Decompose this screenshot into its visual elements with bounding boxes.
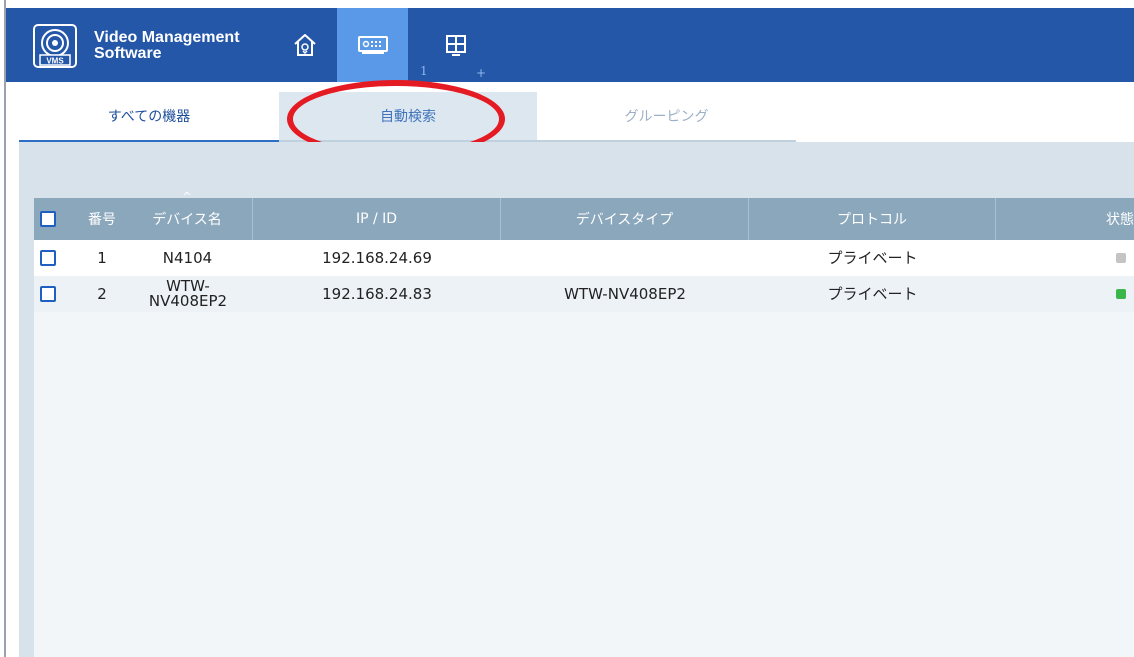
status-indicator-icon xyxy=(1116,253,1126,263)
home-icon xyxy=(294,34,316,56)
column-header-ip[interactable]: IP / ID xyxy=(253,198,501,240)
row-number: 2 xyxy=(97,284,107,303)
top-header: VMS Video Management Software 1 + xyxy=(6,8,1134,82)
vms-logo-icon: VMS xyxy=(33,24,77,68)
tab-all-devices[interactable]: すべての機器 xyxy=(19,92,279,142)
column-header-device-type[interactable]: デバイスタイプ xyxy=(501,198,749,240)
row-ip: 192.168.24.83 xyxy=(322,284,432,303)
select-all-checkbox[interactable] xyxy=(40,211,56,227)
row-ip: 192.168.24.69 xyxy=(322,248,432,267)
app-window: VMS Video Management Software 1 + すべての機器… xyxy=(0,0,1134,657)
column-header-device-name[interactable]: ^ デバイス名 xyxy=(122,190,253,240)
row-select-cell xyxy=(34,276,62,312)
table-row[interactable]: 2 WTW- NV408EP2 192.168.24.83 WTW-NV408EP… xyxy=(34,276,1134,312)
select-all-cell xyxy=(34,198,62,240)
app-title-line1: Video Management xyxy=(94,29,240,46)
column-header-number[interactable]: 番号 xyxy=(82,198,122,240)
row-device-type: WTW-NV408EP2 xyxy=(564,284,686,303)
row-protocol: プライベート xyxy=(827,284,918,303)
row-checkbox[interactable] xyxy=(40,286,56,302)
row-device-name: WTW- NV408EP2 xyxy=(148,277,228,310)
row-select-cell xyxy=(34,240,62,276)
svg-text:VMS: VMS xyxy=(46,57,64,66)
device-icon xyxy=(357,36,388,54)
sort-ascending-icon: ^ xyxy=(182,190,192,203)
row-device-name: N4104 xyxy=(162,248,213,267)
app-title-line2: Software xyxy=(94,45,162,62)
home-nav-button[interactable] xyxy=(276,8,334,82)
grid-view-icon xyxy=(446,35,466,56)
column-header-protocol[interactable]: プロトコル xyxy=(749,198,996,240)
row-checkbox[interactable] xyxy=(40,250,56,266)
add-view-icon[interactable]: + xyxy=(476,66,486,80)
device-table-header: 番号 ^ デバイス名 IP / ID デバイスタイプ プロトコル 状態 xyxy=(34,190,1134,240)
column-header-device-name-label: デバイス名 xyxy=(152,212,222,228)
status-indicator-icon xyxy=(1116,289,1126,299)
device-management-nav-button[interactable] xyxy=(337,8,408,82)
live-view-nav-button[interactable] xyxy=(431,8,481,82)
table-row[interactable]: 1 N4104 192.168.24.69 プライベート xyxy=(34,240,1134,276)
view-count-badge: 1 xyxy=(420,64,428,78)
tab-grouping[interactable]: グルーピング xyxy=(537,92,796,142)
window-border-left xyxy=(4,0,6,657)
row-device-type xyxy=(501,240,749,276)
row-status-cell xyxy=(996,240,1134,276)
row-protocol: プライベート xyxy=(827,248,918,267)
row-number: 1 xyxy=(97,248,107,267)
app-title: Video Management Software xyxy=(94,30,240,62)
column-header-status[interactable]: 状態 xyxy=(996,198,1134,240)
row-status-cell xyxy=(996,276,1134,312)
